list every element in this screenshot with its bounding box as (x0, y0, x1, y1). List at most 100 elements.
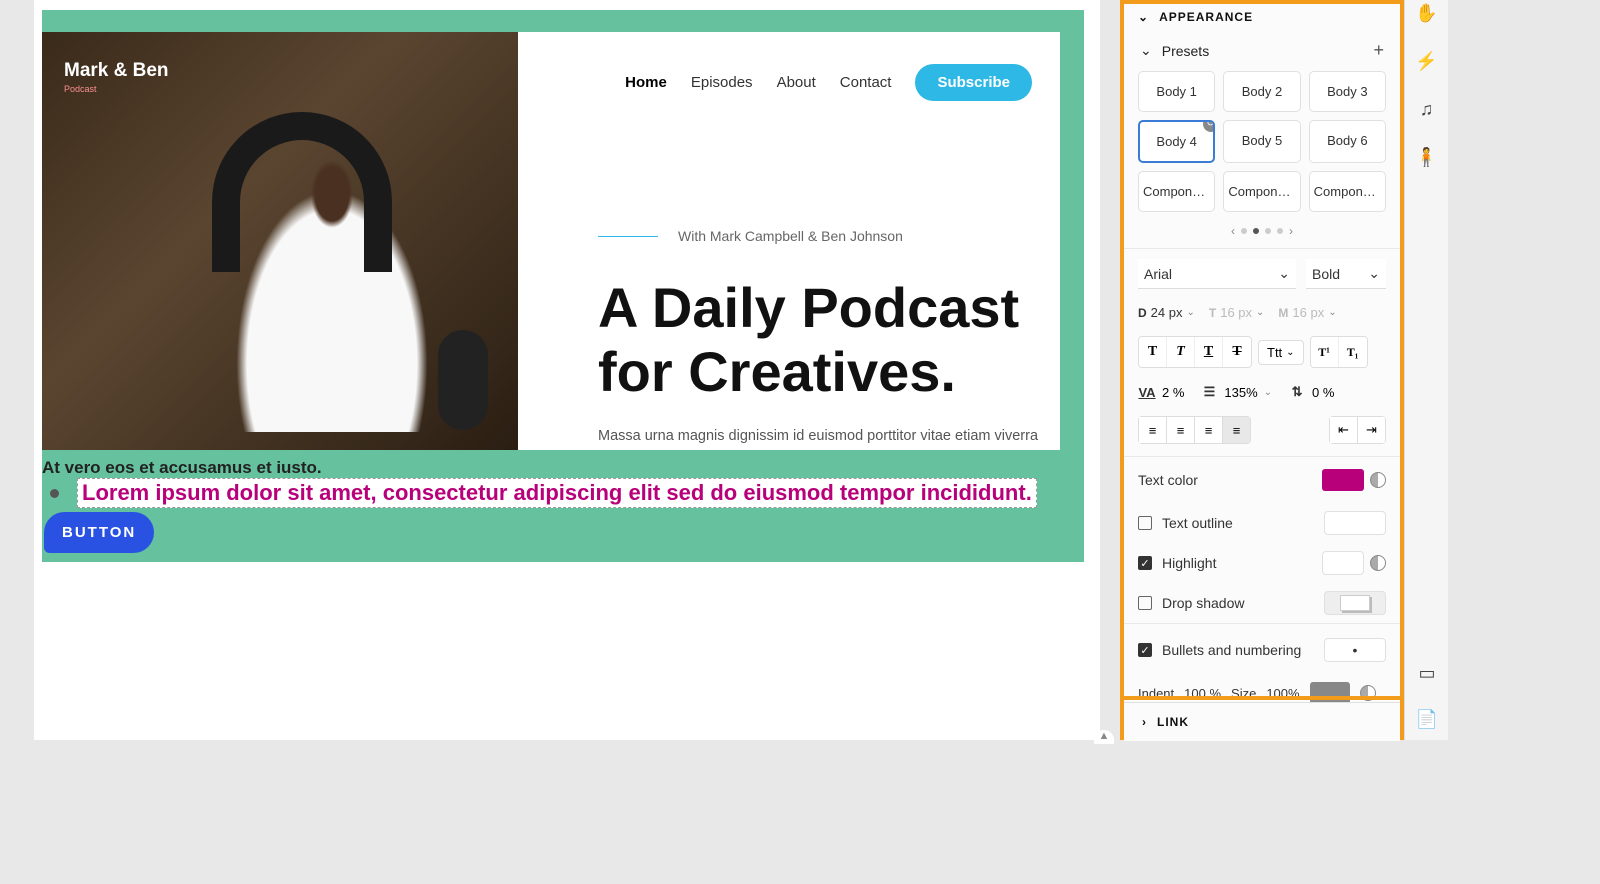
bullet-color-swatch[interactable] (1310, 682, 1350, 704)
chevron-down-icon: ⌄ (1286, 347, 1294, 358)
hero-subtext[interactable]: Massa urna magnis dignissim id euismod p… (598, 428, 1038, 444)
desktop-size[interactable]: D24 px⌄ (1138, 305, 1195, 320)
strikethrough-button[interactable]: T (1223, 337, 1251, 367)
link-section-header[interactable]: › LINK (1124, 702, 1400, 741)
shadow-swatch[interactable] (1324, 591, 1386, 615)
nav-about[interactable]: About (777, 74, 816, 91)
appearance-panel: ⌄ APPEARANCE ⌄ Presets + Body 1 Body 2 B… (1120, 0, 1404, 740)
text-style-group: T T T T (1138, 336, 1252, 368)
pager-dot[interactable] (1241, 228, 1247, 234)
preset-component-1[interactable]: Component 1 (1138, 171, 1215, 212)
hero-photo: Mark & Ben Podcast (42, 32, 518, 450)
canvas-area: Mark & Ben Podcast Home Episodes About C… (0, 0, 1120, 884)
selected-text[interactable]: Lorem ipsum dolor sit amet, consectetur … (77, 478, 1037, 508)
chevron-right-icon: › (1142, 715, 1147, 729)
highlight-swatch[interactable] (1322, 551, 1364, 575)
flash-icon[interactable]: ⚡ (1416, 50, 1438, 72)
bullets-checkbox[interactable]: ✓ (1138, 643, 1152, 657)
indent-button[interactable]: ⇥ (1357, 416, 1385, 444)
superscript-button[interactable]: T¹ (1311, 337, 1339, 367)
preset-component-2[interactable]: Componen... (1223, 171, 1300, 212)
preset-body-5[interactable]: Body 5 (1223, 120, 1300, 163)
chevron-down-icon: ⌄ (1186, 307, 1194, 318)
letter-spacing[interactable]: VA 2 % (1138, 384, 1184, 400)
nav-contact[interactable]: Contact (840, 74, 892, 91)
nav-bar: Home Episodes About Contact Subscribe (625, 64, 1032, 101)
preset-body-1[interactable]: Body 1 (1138, 71, 1215, 112)
italic-button[interactable]: T (1167, 337, 1195, 367)
underline-button[interactable]: T (1195, 337, 1223, 367)
music-icon[interactable]: ♫ (1416, 98, 1438, 120)
pager-next-icon[interactable]: › (1289, 224, 1293, 238)
font-weight-select[interactable]: Bold ⌄ (1306, 259, 1386, 289)
globe-icon[interactable] (1370, 555, 1386, 571)
accessibility-icon[interactable]: 🧍 (1416, 146, 1438, 168)
globe-icon[interactable] (1370, 472, 1386, 488)
highlight-checkbox[interactable]: ✓ (1138, 556, 1152, 570)
paragraph-spacing[interactable]: ⇅ 0 % (1288, 384, 1334, 400)
align-left-button[interactable]: ≡ (1138, 416, 1166, 444)
line-height[interactable]: ☰ 135% ⌄ (1200, 384, 1272, 400)
align-justify-button[interactable]: ≡ (1222, 416, 1250, 444)
page-icon[interactable]: 📄 (1416, 708, 1438, 730)
add-preset-button[interactable]: + (1373, 40, 1384, 61)
font-family-select[interactable]: Arial ⌄ (1138, 259, 1296, 289)
appearance-header[interactable]: ⌄ APPEARANCE (1124, 4, 1400, 30)
pager-prev-icon[interactable]: ‹ (1231, 224, 1235, 238)
align-right-button[interactable]: ≡ (1194, 416, 1222, 444)
pager-dot[interactable] (1265, 228, 1271, 234)
shadow-checkbox[interactable] (1138, 596, 1152, 610)
hero-content: Mark & Ben Podcast Home Episodes About C… (42, 32, 1060, 450)
letter-spacing-icon: VA (1138, 384, 1156, 400)
text-case-select[interactable]: Ttt ⌄ (1258, 340, 1304, 365)
chevron-down-icon: ⌄ (1264, 387, 1272, 398)
pager-dot[interactable] (1277, 228, 1283, 234)
headline[interactable]: A Daily Podcast for Creatives. (598, 276, 1019, 405)
subscript-button[interactable]: T₁ (1339, 337, 1367, 367)
chevron-down-icon: ⌄ (1140, 42, 1152, 59)
chevron-down-icon: ⌄ (1256, 307, 1264, 318)
line-height-icon: ☰ (1200, 384, 1218, 400)
bold-button[interactable]: T (1139, 337, 1167, 367)
indent-group: ⇤ ⇥ (1329, 416, 1386, 444)
preset-body-3[interactable]: Body 3 (1309, 71, 1386, 112)
nav-episodes[interactable]: Episodes (691, 74, 753, 91)
scroll-up-icon[interactable]: ▲ (1094, 730, 1114, 744)
page[interactable]: Mark & Ben Podcast Home Episodes About C… (34, 0, 1100, 740)
preset-body-4[interactable]: Body 4 ⟳ (1138, 120, 1215, 163)
outline-swatch[interactable] (1324, 511, 1386, 535)
text-color-row: Text color (1124, 457, 1400, 503)
preset-component-3[interactable]: Componen... (1309, 171, 1386, 212)
sync-icon: ⟳ (1203, 120, 1215, 132)
bullet-style-select[interactable]: • (1324, 638, 1386, 662)
subscribe-button[interactable]: Subscribe (915, 64, 1032, 101)
right-toolbar: ✋ ⚡ ♫ 🧍 ▭ 📄 (1404, 0, 1448, 740)
body-text-1[interactable]: At vero eos et accusamus et iusto. (42, 458, 322, 478)
tagline-line-icon (598, 236, 658, 237)
presets-header[interactable]: ⌄ Presets + (1124, 30, 1400, 65)
text-color-swatch[interactable] (1322, 469, 1364, 491)
hand-icon[interactable]: ✋ (1416, 2, 1438, 24)
superscript-group: T¹ T₁ (1310, 336, 1368, 368)
nav-home[interactable]: Home (625, 74, 667, 91)
tagline: With Mark Campbell & Ben Johnson (598, 228, 903, 244)
preset-body-6[interactable]: Body 6 (1309, 120, 1386, 163)
chevron-down-icon: ⌄ (1368, 265, 1380, 282)
outline-checkbox[interactable] (1138, 516, 1152, 530)
mobile-size[interactable]: M16 px⌄ (1278, 305, 1336, 320)
cta-button[interactable]: BUTTON (44, 512, 154, 553)
align-center-button[interactable]: ≡ (1166, 416, 1194, 444)
highlight-row: ✓ Highlight (1124, 543, 1400, 583)
layout-icon[interactable]: ▭ (1416, 662, 1438, 684)
tablet-size[interactable]: T16 px⌄ (1209, 305, 1265, 320)
hero-section[interactable]: Mark & Ben Podcast Home Episodes About C… (42, 10, 1084, 562)
drop-shadow-row: Drop shadow (1124, 583, 1400, 623)
selected-text-row[interactable]: Lorem ipsum dolor sit amet, consectetur … (50, 478, 1037, 508)
presets-grid: Body 1 Body 2 Body 3 Body 4 ⟳ Body 5 Bod… (1124, 65, 1400, 218)
preset-body-2[interactable]: Body 2 (1223, 71, 1300, 112)
text-outline-row: Text outline (1124, 503, 1400, 543)
pager-dot[interactable] (1253, 228, 1259, 234)
text-align-group: ≡ ≡ ≡ ≡ (1138, 416, 1251, 444)
chevron-down-icon: ⌄ (1328, 307, 1336, 318)
outdent-button[interactable]: ⇤ (1329, 416, 1357, 444)
